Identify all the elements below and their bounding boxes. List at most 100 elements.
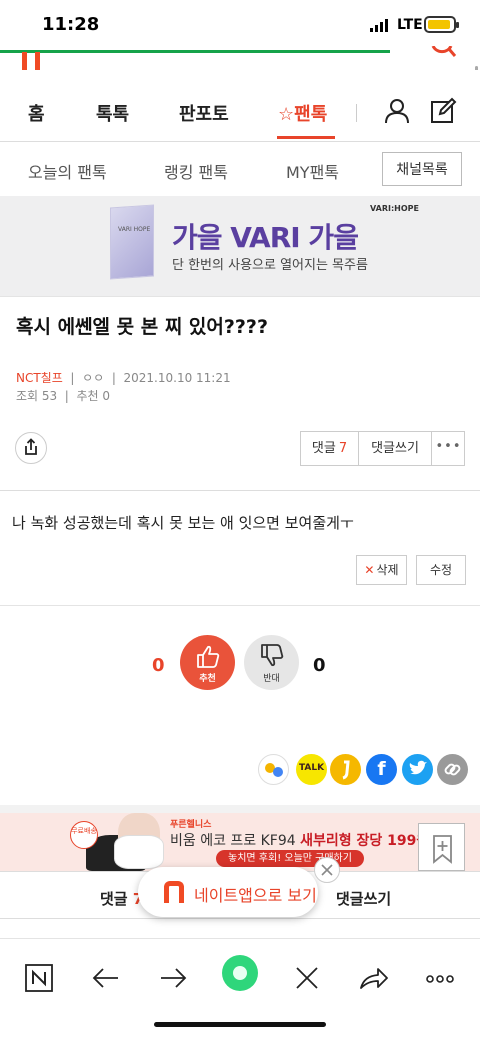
close-tab-icon[interactable] — [289, 959, 325, 995]
product-image — [110, 204, 154, 280]
close-app-promo-button[interactable] — [314, 857, 340, 883]
delete-button[interactable]: ✕ 삭제 — [356, 555, 407, 585]
post-meta: NCT칠프 | ㅇㅇ | 2021.10.10 11:21 조회 53 | 추천… — [16, 371, 231, 403]
tab-ranking-fantok[interactable]: 랭킹 팬톡 — [164, 159, 228, 183]
tab-today-fantok[interactable]: 오늘의 팬톡 — [28, 159, 107, 183]
upvote-label: 추천 — [199, 674, 216, 684]
tab-my-fantok[interactable]: MY팬톡 — [286, 159, 339, 183]
ad-brand: VARI:HOPE — [370, 204, 419, 213]
post-body: 나 녹화 성공했는데 혹시 못 보는 애 잇으면 보여줄게ㅜ — [12, 514, 354, 532]
link-icon — [444, 763, 461, 776]
back-icon[interactable] — [88, 959, 124, 995]
share-kakaotalk-button[interactable]: TALK — [296, 754, 327, 785]
divider — [0, 296, 480, 297]
post-nickname: ㅇㅇ — [82, 371, 105, 385]
nate-app-icon — [164, 881, 184, 903]
product-label: VARI HOPE — [118, 226, 151, 233]
white-mask-image — [114, 835, 164, 869]
bookmark-icon — [433, 835, 452, 864]
ad-headline: 가을 VARI 가을 — [172, 221, 359, 254]
status-time: 11:28 — [42, 14, 100, 35]
comment-bar-comments[interactable]: 댓글 7 — [100, 888, 143, 909]
search-icon[interactable] — [431, 46, 457, 60]
thumbs-up-icon — [197, 645, 220, 668]
free-shipping-badge: 무료배송 — [70, 821, 98, 849]
post-title: 혹시 에쎈엘 못 본 찌 있어???? — [16, 316, 268, 338]
more-button[interactable]: ••• — [432, 432, 465, 465]
home-indicator — [154, 1022, 326, 1027]
ad2-headline-a: 비움 에코 프로 KF94 — [170, 833, 301, 849]
edit-button[interactable]: 수정 — [416, 555, 466, 585]
ad-banner[interactable]: VARI HOPE VARI:HOPE 가을 VARI 가을 단 한번의 사용으… — [0, 196, 480, 296]
copy-link-button[interactable] — [437, 754, 468, 785]
ad2-cta[interactable]: 놓치면 후회! 오늘만 구매하기 — [216, 850, 364, 867]
comments-button[interactable]: 댓글 7 — [301, 432, 359, 465]
naver-home-icon[interactable] — [22, 959, 58, 995]
ad-subtitle: 단 한번의 사용으로 열어지는 목주름 — [172, 258, 368, 273]
channel-list-button[interactable]: 채널목록 — [382, 152, 462, 186]
main-nav: 홈 톡톡 판포토 ☆팬톡 — [0, 70, 480, 142]
downvote-label: 반대 — [263, 674, 280, 684]
thumbs-down-icon — [261, 644, 284, 667]
share-arrow-icon[interactable] — [356, 959, 392, 995]
loading-bar — [0, 50, 390, 53]
downvote-count: 0 — [313, 655, 326, 676]
bottom-ad[interactable]: 무료배송 푸른헬니스 비움 에코 프로 KF94 새부리형 장당 199원 놓치… — [0, 813, 480, 871]
comment-bar-write[interactable]: 댓글쓰기 — [336, 888, 391, 909]
share-icon — [25, 438, 37, 455]
sub-nav: 오늘의 팬톡 랭킹 팬톡 MY팬톡 채널목록 — [0, 142, 480, 196]
post-views: 조회 53 — [16, 389, 58, 403]
open-in-app-button[interactable]: 네이트앱으로 보기 — [138, 867, 318, 917]
nav-divider — [356, 104, 357, 122]
upvote-button[interactable]: 추천 — [180, 635, 235, 690]
share-button[interactable] — [15, 432, 47, 464]
close-icon — [321, 864, 333, 876]
facebook-icon: f — [377, 758, 386, 780]
comment-bar-label: 댓글 — [100, 890, 128, 908]
section-gap — [0, 805, 480, 813]
delete-icon: ✕ — [364, 563, 375, 577]
status-bar: 11:28 LTE — [0, 0, 480, 50]
write-comment-button[interactable]: 댓글쓰기 — [359, 432, 432, 465]
divider — [0, 490, 480, 491]
post-actions: 댓글 7 댓글쓰기 ••• — [300, 431, 465, 466]
share-kakaostory-button[interactable] — [330, 754, 361, 785]
ad2-brand: 푸른헬니스 — [170, 820, 212, 830]
nav-toktok[interactable]: 톡톡 — [96, 100, 129, 126]
open-in-app-label: 네이트앱으로 보기 — [194, 886, 317, 905]
nav-home[interactable]: 홈 — [28, 100, 45, 126]
more-menu-icon[interactable] — [422, 959, 458, 995]
band-icon — [265, 763, 283, 777]
write-icon[interactable] — [430, 97, 458, 125]
post-date: 2021.10.10 11:21 — [123, 371, 231, 385]
share-twitter-button[interactable] — [402, 754, 433, 785]
share-facebook-button[interactable]: f — [366, 754, 397, 785]
ad2-headline-b: 새부리형 — [300, 833, 352, 849]
active-tab-indicator — [277, 136, 335, 139]
signal-icon — [370, 19, 388, 32]
star-icon: ☆ — [278, 104, 295, 125]
kakaostory-icon — [342, 760, 350, 780]
user-icon[interactable] — [384, 98, 410, 124]
comments-count: 7 — [338, 441, 348, 456]
forward-icon[interactable] — [155, 959, 191, 995]
twitter-icon — [409, 760, 427, 775]
share-band-button[interactable] — [258, 754, 289, 785]
bookmark-button[interactable] — [418, 823, 465, 871]
post-recommends: 추천 0 — [76, 389, 111, 403]
post-author[interactable]: NCT칠프 — [16, 371, 63, 385]
nav-fantok-label: 팬톡 — [294, 104, 328, 125]
delete-label: 삭제 — [376, 563, 399, 577]
battery-icon — [424, 16, 459, 33]
nav-panphoto[interactable]: 판포토 — [179, 100, 229, 126]
upvote-count: 0 — [152, 655, 165, 676]
kakaotalk-icon: TALK — [298, 763, 325, 773]
site-header — [0, 46, 480, 70]
ad2-headline: 비움 에코 프로 KF94 새부리형 장당 199원 — [170, 830, 429, 850]
divider — [0, 605, 480, 606]
nav-fantok[interactable]: ☆팬톡 — [278, 100, 327, 126]
downvote-button[interactable]: 반대 — [244, 635, 299, 690]
green-dot-icon[interactable] — [220, 953, 260, 993]
comments-label: 댓글 — [311, 441, 336, 456]
nate-logo[interactable] — [22, 52, 40, 70]
